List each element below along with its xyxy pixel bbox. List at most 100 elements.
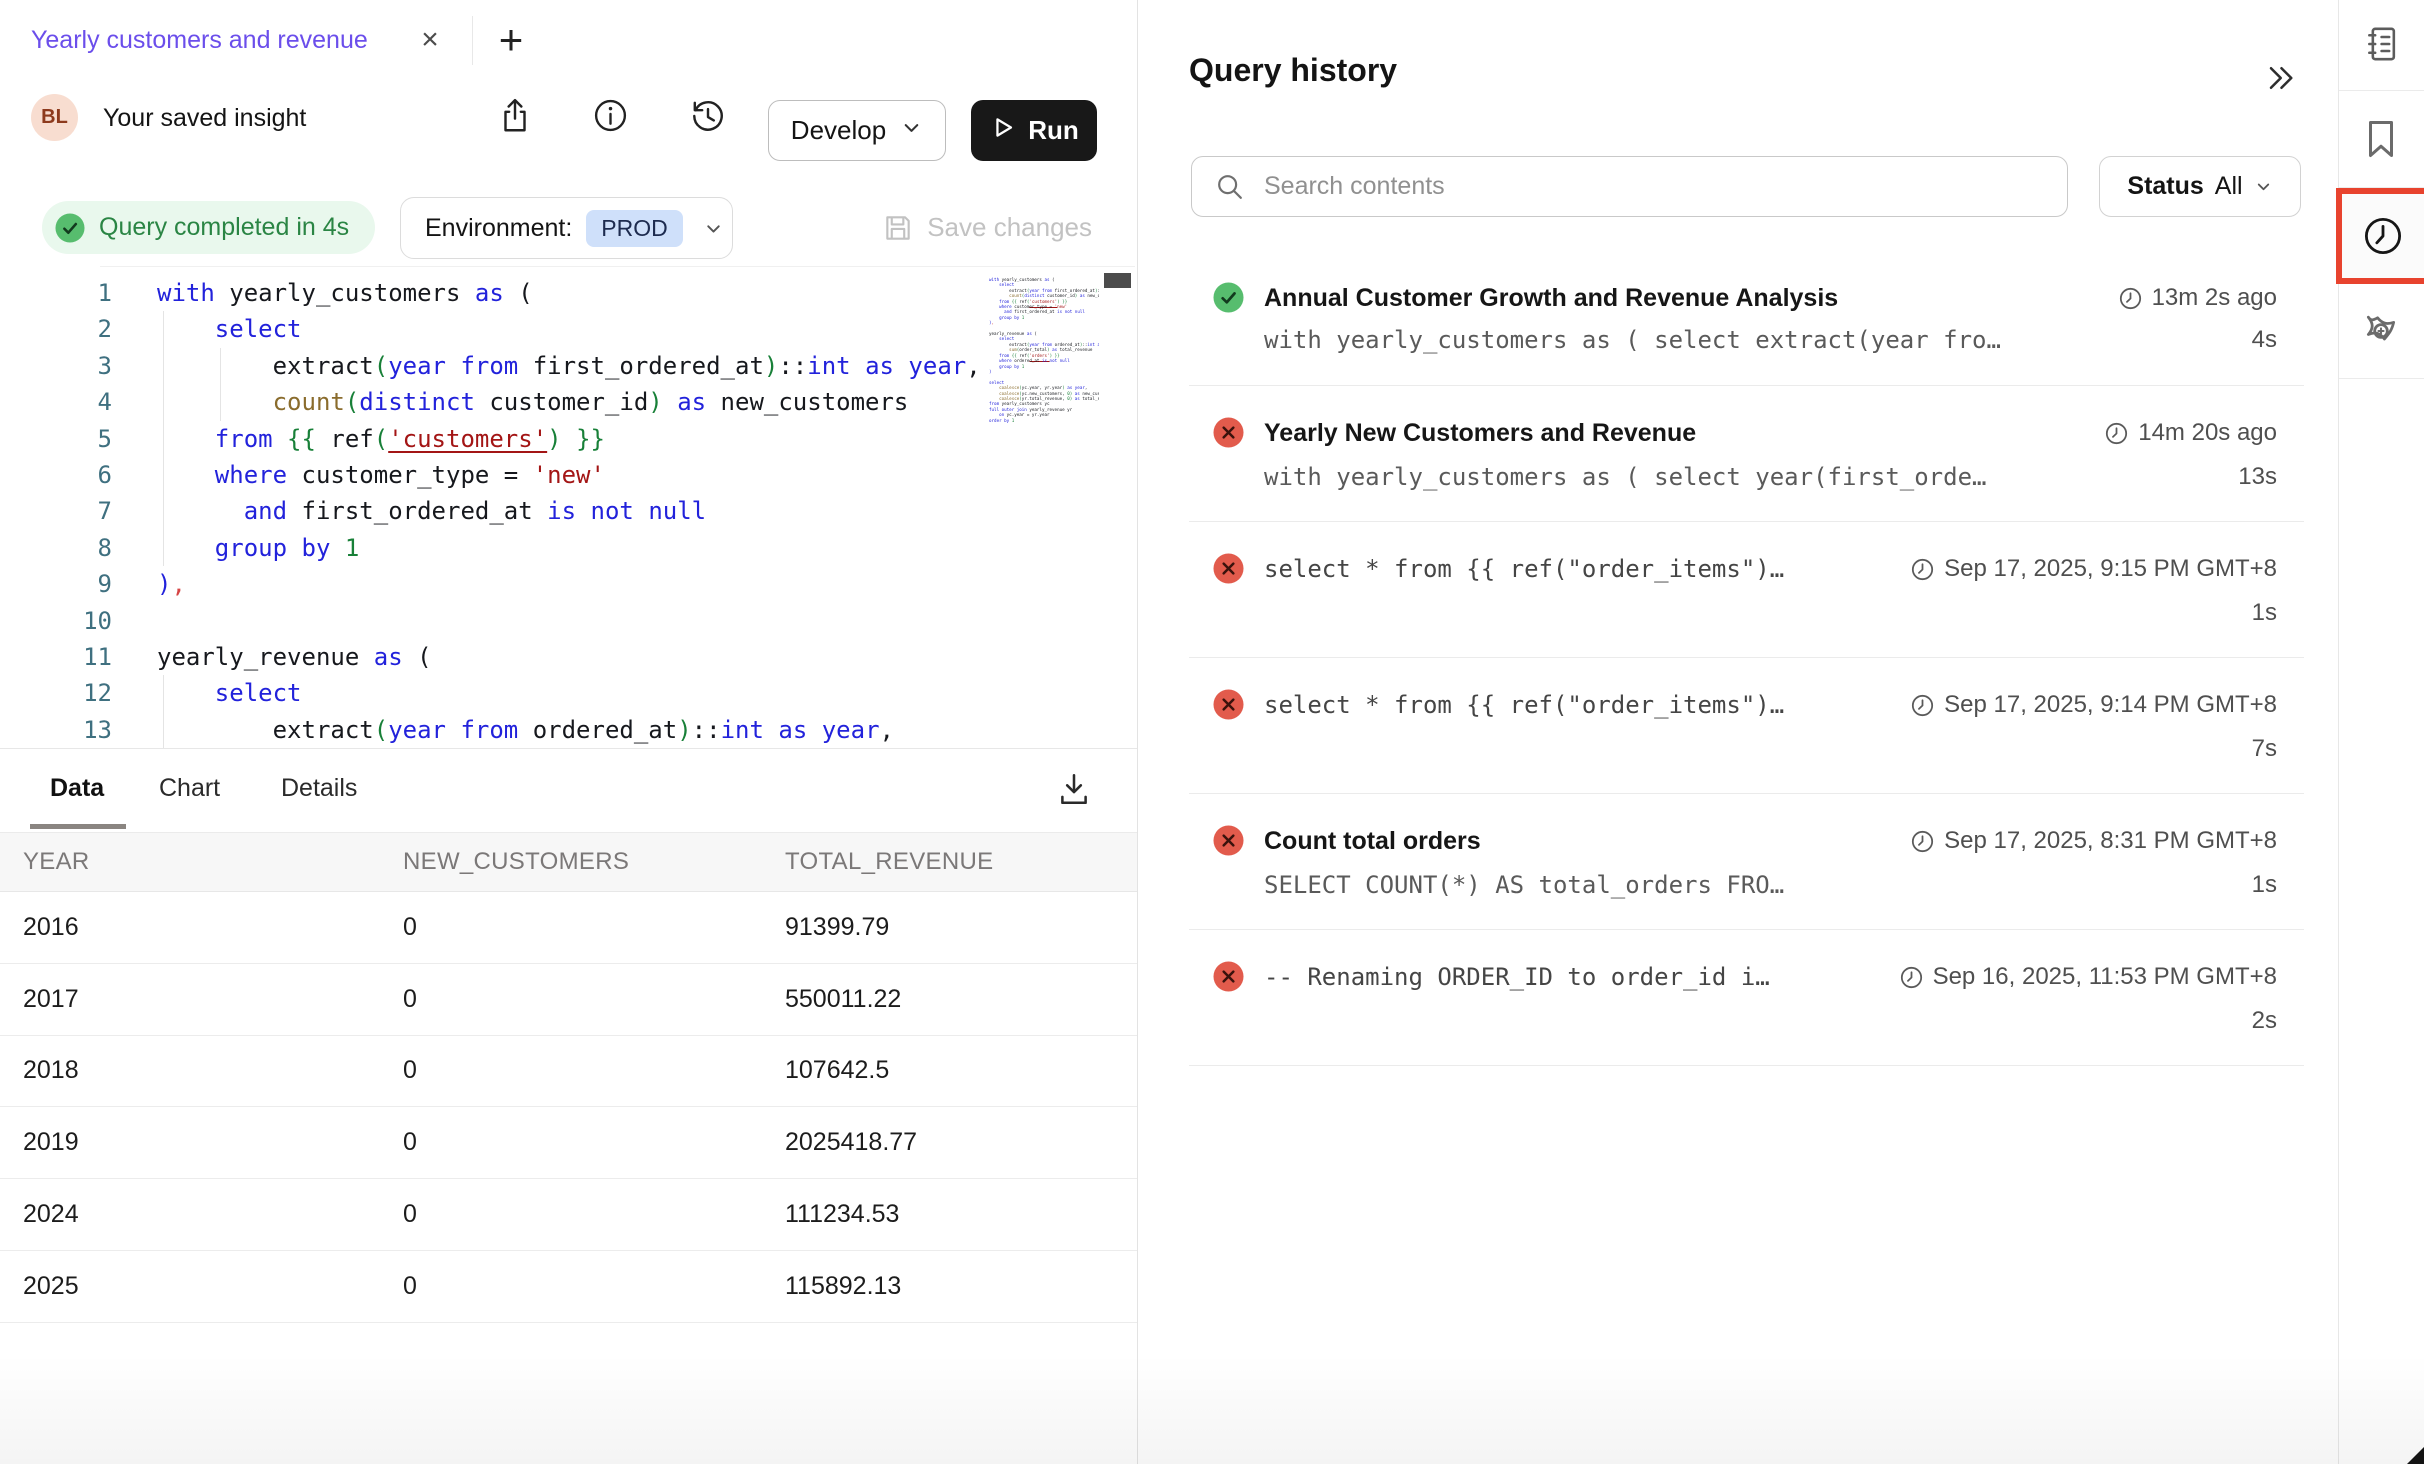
- history-item-preview: SELECT COUNT(*) AS total_orders FRO…: [1264, 869, 1784, 901]
- query-history-list: Annual Customer Growth and Revenue Analy…: [1189, 262, 2304, 1066]
- code-line[interactable]: extract(year from first_ordered_at)::int…: [157, 348, 981, 384]
- code-line[interactable]: select: [157, 311, 981, 347]
- environment-selector[interactable]: Environment: PROD: [400, 197, 733, 259]
- history-item-duration: 1s: [2252, 869, 2277, 901]
- run-label: Run: [1028, 115, 1079, 146]
- code-line[interactable]: yearly_revenue as (: [157, 639, 981, 675]
- status-filter-dropdown[interactable]: Status All: [2099, 156, 2301, 217]
- query-history-item[interactable]: select * from {{ ref("order_items")…Sep …: [1189, 658, 2304, 794]
- history-item-time: Sep 16, 2025, 11:53 PM GMT+8: [1899, 960, 2277, 994]
- table-cell: 115892.13: [785, 1272, 1137, 1301]
- code-line[interactable]: where customer_type = 'new': [157, 457, 981, 493]
- run-button[interactable]: Run: [971, 100, 1097, 161]
- download-results-button[interactable]: [1046, 763, 1102, 819]
- table-row: 20170550011.22: [0, 964, 1137, 1036]
- save-changes-button[interactable]: Save changes: [882, 201, 1092, 254]
- environment-label: Environment:: [425, 214, 572, 243]
- code-line[interactable]: extract(year from ordered_at)::int as ye…: [157, 712, 981, 748]
- tab-details[interactable]: Details: [281, 749, 357, 827]
- clock-icon: [1910, 693, 1935, 718]
- history-item-title: Annual Customer Growth and Revenue Analy…: [1264, 281, 1838, 315]
- table-cell: 0: [403, 1200, 785, 1229]
- history-item-time: 13m 2s ago: [2118, 281, 2277, 315]
- column-header-new-customers: NEW_CUSTOMERS: [403, 848, 785, 876]
- history-item-duration: 1s: [2252, 597, 2277, 629]
- error-icon: [1213, 825, 1244, 861]
- sidebar-notebook-button[interactable]: [2338, 18, 2424, 74]
- code-line[interactable]: ),: [157, 566, 981, 602]
- error-icon: [1213, 689, 1244, 725]
- table-cell: 2016: [23, 913, 403, 942]
- column-header-year: YEAR: [23, 848, 403, 876]
- collapse-panel-button[interactable]: [2255, 58, 2305, 102]
- version-history-button[interactable]: [681, 91, 735, 145]
- editor-code[interactable]: with yearly_customers as ( select extrac…: [157, 275, 981, 748]
- history-item-duration: 2s: [2252, 1005, 2277, 1037]
- share-button[interactable]: [488, 91, 542, 145]
- history-item-preview: with yearly_customers as ( select year(f…: [1264, 461, 1986, 493]
- query-history-item[interactable]: Annual Customer Growth and Revenue Analy…: [1189, 262, 2304, 386]
- tab-bar: Yearly customers and revenue × +: [0, 0, 1137, 82]
- table-cell: 2025418.77: [785, 1128, 1137, 1157]
- search-input[interactable]: [1262, 171, 2067, 202]
- code-line[interactable]: [157, 603, 981, 639]
- results-table-body: 2016091399.7920170550011.2220180107642.5…: [0, 892, 1137, 1323]
- clock-icon: [2104, 421, 2129, 446]
- query-history-item[interactable]: select * from {{ ref("order_items")…Sep …: [1189, 522, 2304, 658]
- history-search-box[interactable]: [1191, 156, 2068, 217]
- clock-icon: [2118, 286, 2143, 311]
- history-item-duration: 4s: [2252, 324, 2277, 356]
- new-tab-button[interactable]: +: [489, 16, 533, 64]
- info-button[interactable]: [583, 91, 637, 145]
- results-table-header: YEAR NEW_CUSTOMERS TOTAL_REVENUE: [0, 832, 1137, 892]
- history-item-duration: 13s: [2238, 461, 2277, 493]
- develop-dropdown[interactable]: Develop: [768, 100, 946, 161]
- save-changes-label: Save changes: [927, 212, 1092, 243]
- tab-yearly-customers-and-revenue[interactable]: Yearly customers and revenue: [31, 0, 368, 81]
- insight-header: BL Your saved insight De: [0, 81, 1137, 188]
- editor-minimap[interactable]: with yearly_customers as ( select extrac…: [989, 277, 1099, 737]
- sidebar-divider: [2339, 378, 2424, 379]
- app-window: Yearly customers and revenue × + BL Your…: [0, 0, 2424, 1464]
- history-icon: [689, 97, 727, 140]
- sidebar-bookmark-button[interactable]: [2338, 113, 2424, 169]
- table-cell: 2025: [23, 1272, 403, 1301]
- editor-scrollbar[interactable]: [1104, 273, 1131, 288]
- code-line[interactable]: and first_ordered_at is not null: [157, 493, 981, 529]
- query-history-item[interactable]: Count total ordersSep 17, 2025, 8:31 PM …: [1189, 794, 2304, 930]
- success-icon: [1213, 282, 1244, 318]
- clock-icon: [1899, 965, 1924, 990]
- query-status-text: Query completed in 4s: [99, 213, 349, 242]
- query-history-item[interactable]: -- Renaming ORDER_ID to order_id i…Sep 1…: [1189, 930, 2304, 1066]
- table-cell: 0: [403, 1272, 785, 1301]
- sidebar-lineage-button[interactable]: [2338, 303, 2424, 363]
- code-line[interactable]: select: [157, 675, 981, 711]
- code-line[interactable]: group by 1: [157, 530, 981, 566]
- save-icon: [882, 212, 914, 244]
- close-tab-icon[interactable]: ×: [412, 22, 448, 58]
- resize-grip[interactable]: [2407, 1447, 2424, 1464]
- history-item-duration: 7s: [2252, 733, 2277, 765]
- clock-icon: [1910, 829, 1935, 854]
- query-history-item[interactable]: Yearly New Customers and Revenue14m 20s …: [1189, 386, 2304, 522]
- error-icon: [1213, 961, 1244, 997]
- code-line[interactable]: with yearly_customers as (: [157, 275, 981, 311]
- query-history-title: Query history: [1189, 52, 1397, 89]
- tab-data[interactable]: Data: [50, 749, 104, 827]
- column-header-total-revenue: TOTAL_REVENUE: [785, 848, 1137, 876]
- error-icon: [1213, 553, 1244, 589]
- code-line[interactable]: from {{ ref('customers') }}: [157, 421, 981, 457]
- chevron-down-icon: [703, 218, 724, 239]
- table-row: 20180107642.5: [0, 1036, 1137, 1108]
- clock-icon: [1910, 557, 1935, 582]
- sql-editor[interactable]: 12345678910111213 with yearly_customers …: [0, 265, 1137, 749]
- code-line[interactable]: count(distinct customer_id) as new_custo…: [157, 384, 981, 420]
- history-item-preview: with yearly_customers as ( select extrac…: [1264, 324, 2001, 356]
- sidebar-query-history-button[interactable]: [2336, 188, 2424, 284]
- history-item-title: Yearly New Customers and Revenue: [1264, 416, 1696, 450]
- sidebar-divider: [2339, 90, 2424, 91]
- tab-chart[interactable]: Chart: [159, 749, 220, 827]
- table-cell: 2017: [23, 985, 403, 1014]
- history-item-time: Sep 17, 2025, 9:15 PM GMT+8: [1910, 552, 2277, 586]
- double-chevron-right-icon: [2262, 60, 2298, 101]
